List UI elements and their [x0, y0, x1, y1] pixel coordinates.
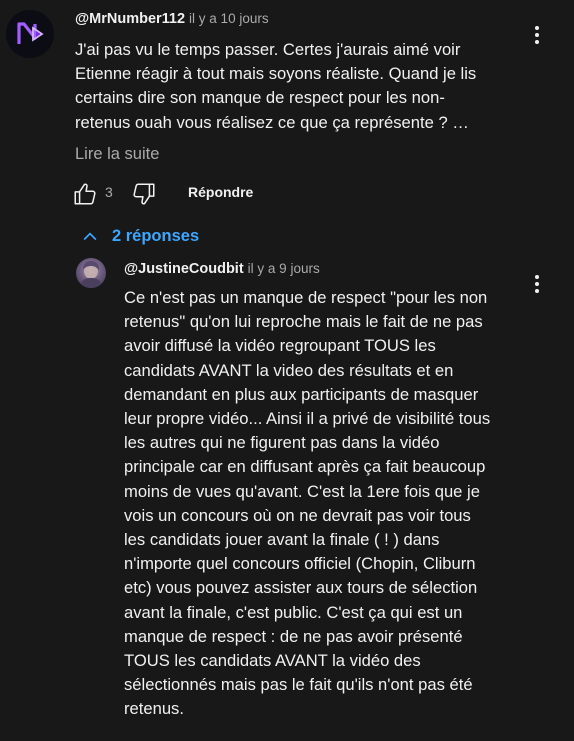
like-count: 3: [105, 184, 113, 200]
chevron-up-icon: [83, 232, 97, 241]
thumbs-down-icon: [133, 183, 155, 205]
reply-text-line: demandant en plus aux participants de ma…: [124, 384, 479, 404]
reply-text-line: TOUS les candidats AVANT la vidéo des: [124, 651, 421, 671]
reply-text-line: principale car en diffusant après ça fai…: [124, 457, 486, 477]
reply-author[interactable]: @JustineCoudbit: [124, 261, 244, 277]
reply-text: Ce n'est pas un manque de respect "pour …: [124, 286, 490, 722]
reply-text-line: sélectionnés mais pas le fait qu'ils n'o…: [124, 675, 473, 695]
n-logo-avatar-icon: [6, 10, 54, 58]
reply-text-line: les candidats jouer avant la finale ( ! …: [124, 530, 440, 550]
comment-author[interactable]: @MrNumber112: [75, 11, 185, 27]
comment-header: @MrNumber112 il y a 10 jours: [75, 11, 269, 27]
comment-text: J'ai pas vu le temps passer. Certes j'au…: [75, 38, 476, 135]
reply-text-line: retenus" qu'on lui reproche mais le fait…: [124, 312, 483, 332]
reply-text-line: les autres qui ne figurent pas dans la v…: [124, 433, 440, 453]
comment-text-line: certains dire son manque de respect pour…: [75, 88, 445, 108]
reply-text-line: moins de vues qu'avant. C'est la 1ere fo…: [124, 481, 480, 501]
replies-count-label: 2 réponses: [112, 227, 200, 245]
reply-text-line: avoir diffusé la vidéo regroupant TOUS l…: [124, 336, 436, 356]
reply-header: @JustineCoudbit il y a 9 jours: [124, 261, 320, 277]
reply-text-line: avant la finale, c'est public. C'est ça …: [124, 602, 463, 622]
dislike-button[interactable]: [131, 181, 157, 207]
reply-text-line: leur propre vidéo... Ainsi il a privé de…: [124, 409, 491, 429]
comment-text-line: retenus ouah vous réalisez ce que ça rep…: [75, 112, 469, 132]
reply-time[interactable]: il y a 9 jours: [248, 261, 320, 276]
reply-text-line: manque de respect : de ne pas avoir prés…: [124, 626, 463, 646]
comment-text-line: J'ai pas vu le temps passer. Certes j'au…: [75, 40, 461, 59]
read-more-link[interactable]: Lire la suite: [75, 145, 159, 164]
reply-text-line: retenus.: [124, 699, 184, 719]
comment-text-line: Etienne réagir à tout mais soyons réalis…: [75, 64, 477, 84]
reply-button[interactable]: Répondre: [188, 184, 253, 200]
thumbs-up-icon: [74, 183, 96, 205]
comment-time[interactable]: il y a 10 jours: [189, 11, 269, 26]
reply-author-avatar[interactable]: [76, 258, 106, 288]
reply-text-line: candidats AVANT la video des résultats e…: [124, 360, 454, 380]
reply-text-line: n'importe quel concours officiel (Chopin…: [124, 554, 476, 574]
reply-text-line: Ce n'est pas un manque de respect "pour …: [124, 288, 488, 307]
portrait-avatar-icon: [80, 261, 102, 288]
author-avatar[interactable]: [6, 10, 54, 58]
reply-text-line: etc) vous pouvez assister aux tours de s…: [124, 578, 478, 598]
reply-menu-icon[interactable]: [527, 272, 547, 296]
like-button[interactable]: [72, 181, 98, 207]
comment-menu-icon[interactable]: [527, 23, 547, 47]
reply-text-line: vois un concours où on ne devrait pas vo…: [124, 505, 471, 525]
